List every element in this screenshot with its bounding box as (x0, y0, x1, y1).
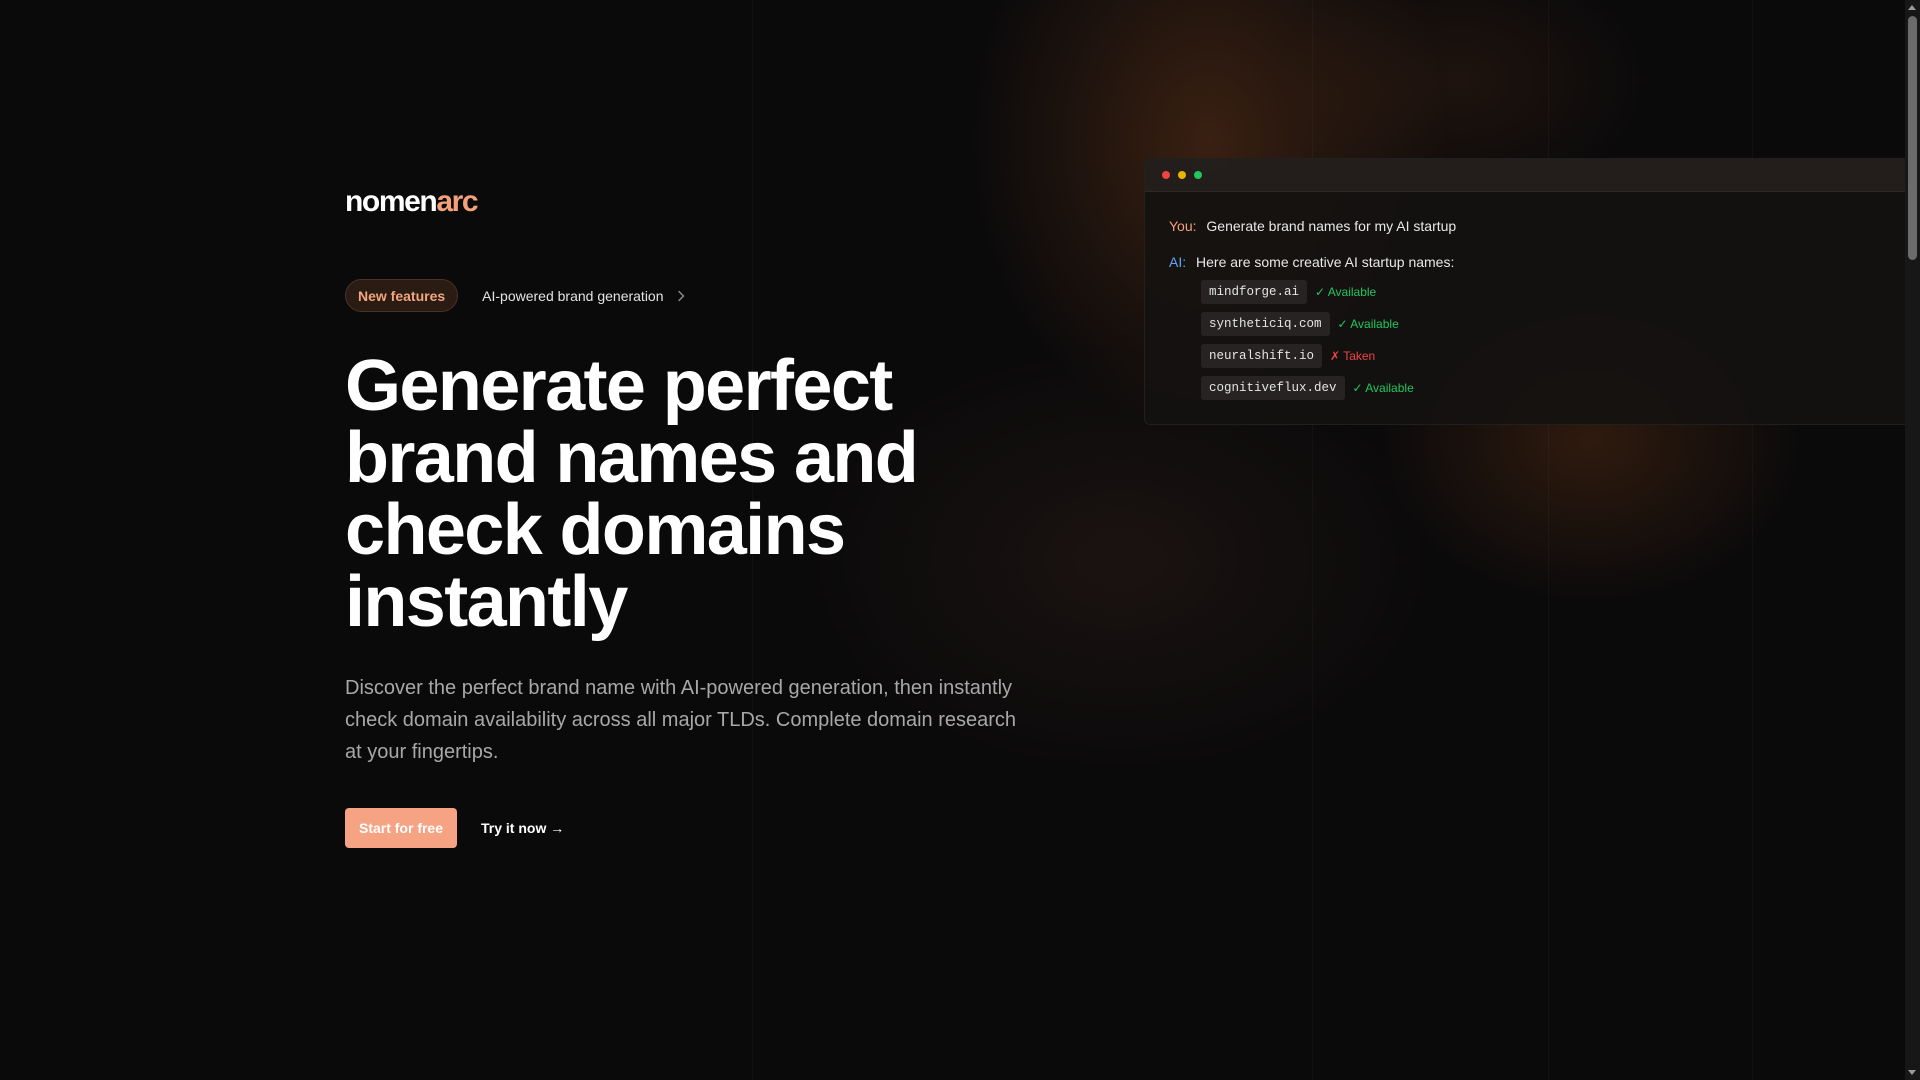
new-features-badge[interactable]: New features (345, 279, 459, 312)
domain-result-row: neuralshift.io ✗ Taken (1201, 344, 1414, 368)
user-message: You: Generate brand names for my AI star… (1169, 217, 1456, 235)
user-speaker-label: You: (1169, 218, 1197, 234)
domain-result-row: syntheticiq.com ✓ Available (1201, 312, 1414, 336)
hero-headline: Generate perfect brand names and check d… (345, 346, 919, 642)
brand-logo-part1: nomen (345, 185, 438, 218)
chat-demo-window: You: Generate brand names for my AI star… (1144, 158, 1907, 425)
scrollbar-thumb[interactable] (1908, 16, 1917, 260)
chevron-right-icon (677, 290, 684, 301)
ai-message: AI: Here are some creative AI startup na… (1169, 253, 1454, 271)
ai-speaker-label: AI: (1169, 254, 1187, 270)
page-scrollbar[interactable] (1905, 0, 1920, 1080)
try-it-now-link[interactable]: Try it now → (481, 808, 564, 848)
announcement-bar[interactable]: New features AI-powered brand generation (345, 279, 688, 312)
domain-status-available: ✓ Available (1337, 317, 1399, 331)
domain-results-list: mindforge.ai ✓ Available syntheticiq.com… (1201, 280, 1414, 408)
domain-status-available: ✓ Available (1352, 381, 1414, 395)
start-for-free-button[interactable]: Start for free (345, 808, 457, 848)
domain-result-row: cognitiveflux.dev ✓ Available (1201, 376, 1414, 400)
hero-subtext: Discover the perfect brand name with AI-… (345, 677, 1017, 763)
domain-result-row: mindforge.ai ✓ Available (1201, 280, 1414, 304)
window-close-dot-icon (1162, 171, 1170, 179)
domain-status-taken: ✗ Taken (1330, 349, 1376, 363)
window-maximize-dot-icon (1194, 171, 1202, 179)
announcement-text[interactable]: AI-powered brand generation (482, 288, 663, 304)
ai-message-text: Here are some creative AI startup names: (1196, 254, 1455, 270)
window-titlebar (1145, 159, 1907, 192)
domain-status-available: ✓ Available (1315, 285, 1377, 299)
scroll-down-arrow-icon[interactable] (1908, 1070, 1916, 1075)
domain-name-chip: cognitiveflux.dev (1201, 376, 1345, 400)
window-minimize-dot-icon (1178, 171, 1186, 179)
domain-name-chip: syntheticiq.com (1201, 312, 1330, 336)
domain-name-chip: neuralshift.io (1201, 344, 1323, 368)
brand-logo-part2: arc (436, 185, 478, 218)
domain-name-chip: mindforge.ai (1201, 280, 1308, 304)
scroll-up-arrow-icon[interactable] (1908, 5, 1916, 10)
user-message-text: Generate brand names for my AI startup (1206, 218, 1457, 234)
brand-logo[interactable]: nomenarc (345, 185, 479, 218)
